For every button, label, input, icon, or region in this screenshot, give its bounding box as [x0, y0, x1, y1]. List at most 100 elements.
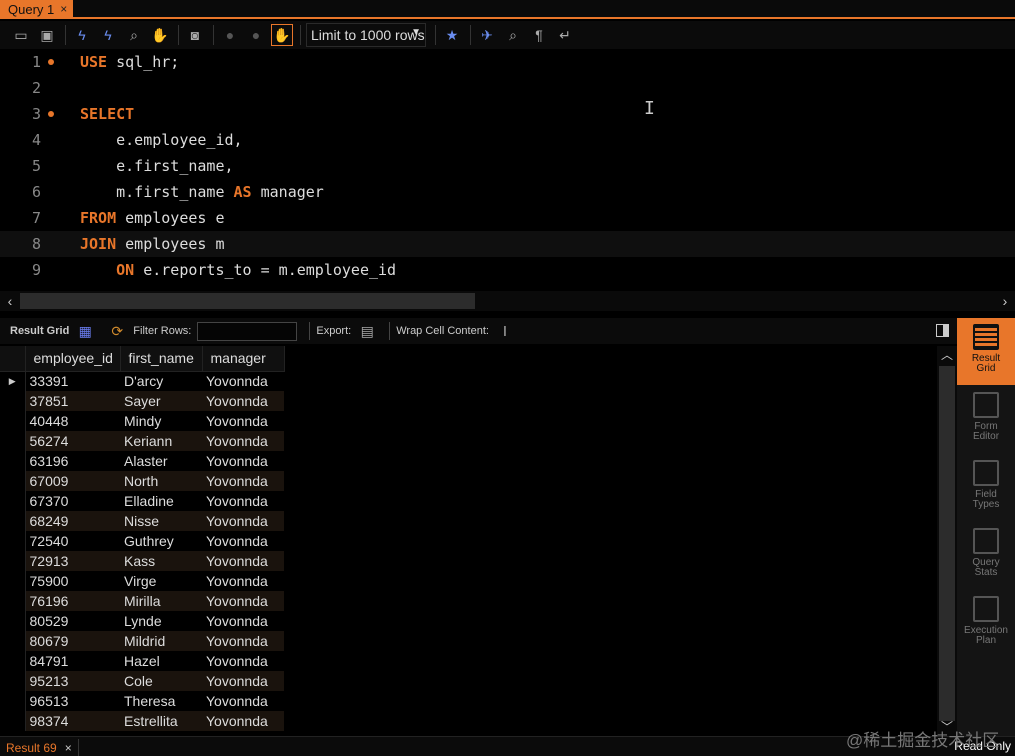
cell-first-name[interactable]: Sayer	[120, 391, 202, 411]
cell-manager[interactable]: Yovonnda	[202, 411, 284, 431]
cell-first-name[interactable]: Virge	[120, 571, 202, 591]
cell-employee-id[interactable]: 80679	[25, 631, 120, 651]
table-row[interactable]: 75900 Virge Yovonnda	[0, 571, 284, 591]
table-row[interactable]: 80529 Lynde Yovonnda	[0, 611, 284, 631]
cell-first-name[interactable]: Kass	[120, 551, 202, 571]
cell-manager[interactable]: Yovonnda	[202, 511, 284, 531]
execute-icon[interactable]: ϟ	[71, 24, 93, 46]
cell-manager[interactable]: Yovonnda	[202, 591, 284, 611]
row-gutter[interactable]	[0, 531, 26, 551]
table-row[interactable]: 37851 Sayer Yovonnda	[0, 391, 284, 411]
cell-employee-id[interactable]: 80529	[25, 611, 120, 631]
row-gutter[interactable]	[0, 671, 26, 691]
row-gutter[interactable]	[0, 611, 26, 631]
cell-manager[interactable]: Yovonnda	[202, 711, 284, 731]
table-row[interactable]: 67370 Elladine Yovonnda	[0, 491, 284, 511]
cell-first-name[interactable]: Lynde	[120, 611, 202, 631]
tab-query-1[interactable]: Query 1 ×	[0, 0, 74, 19]
close-result-icon[interactable]: ×	[65, 741, 72, 755]
row-gutter[interactable]	[0, 691, 26, 711]
row-gutter[interactable]	[0, 711, 26, 731]
cell-first-name[interactable]: Cole	[120, 671, 202, 691]
grid-vertical-scrollbar[interactable]: ︿ ﹀	[937, 346, 957, 736]
table-row[interactable]: ▶ 33391 D'arcy Yovonnda	[0, 371, 284, 391]
cell-first-name[interactable]: Alaster	[120, 451, 202, 471]
row-gutter[interactable]	[0, 571, 26, 591]
table-row[interactable]: 95213 Cole Yovonnda	[0, 671, 284, 691]
cell-employee-id[interactable]: 67009	[25, 471, 120, 491]
close-tab-icon[interactable]: ×	[60, 0, 67, 19]
cell-manager[interactable]: Yovonnda	[202, 471, 284, 491]
table-row[interactable]: 63196 Alaster Yovonnda	[0, 451, 284, 471]
row-selector-arrow-icon[interactable]: ▶	[0, 371, 26, 391]
cell-employee-id[interactable]: 75900	[25, 571, 120, 591]
side-result-grid-button[interactable]: Result Grid	[957, 318, 1015, 385]
cell-manager[interactable]: Yovonnda	[202, 671, 284, 691]
result-grid[interactable]: employee_id first_name manager ▶ 33391 D'a…	[0, 346, 937, 736]
table-row[interactable]: 56274 Keriann Yovonnda	[0, 431, 284, 451]
toggle-stop-on-error-icon[interactable]: ✋	[271, 24, 293, 46]
cell-employee-id[interactable]: 76196	[25, 591, 120, 611]
cell-first-name[interactable]: Theresa	[120, 691, 202, 711]
beautify-icon[interactable]: ✈	[476, 24, 498, 46]
row-gutter[interactable]	[0, 391, 26, 411]
cell-employee-id[interactable]: 40448	[25, 411, 120, 431]
row-gutter[interactable]	[0, 551, 26, 571]
scrollbar-thumb[interactable]	[20, 293, 475, 309]
table-row[interactable]: 96513 Theresa Yovonnda	[0, 691, 284, 711]
invisible-chars-icon[interactable]: ¶	[528, 24, 550, 46]
table-row[interactable]: 98374 Estrellita Yovonnda	[0, 711, 284, 731]
side-form-editor-button[interactable]: Form Editor	[957, 386, 1015, 453]
cell-manager[interactable]: Yovonnda	[202, 651, 284, 671]
result-tab[interactable]: Result 69 ×	[0, 739, 79, 756]
cell-first-name[interactable]: Estrellita	[120, 711, 202, 731]
row-gutter[interactable]	[0, 411, 26, 431]
cell-manager[interactable]: Yovonnda	[202, 631, 284, 651]
scrollbar-thumb[interactable]	[939, 366, 955, 721]
cell-first-name[interactable]: Mirilla	[120, 591, 202, 611]
table-row[interactable]: 72540 Guthrey Yovonnda	[0, 531, 284, 551]
cell-employee-id[interactable]: 56274	[25, 431, 120, 451]
table-row[interactable]: 80679 Mildrid Yovonnda	[0, 631, 284, 651]
cell-employee-id[interactable]: 63196	[25, 451, 120, 471]
cell-manager[interactable]: Yovonnda	[202, 391, 284, 411]
toggle-side-panel-icon[interactable]	[936, 324, 949, 337]
sql-editor[interactable]: 1 USE sql_hr; 2 3 SELECT 4 e.employee_id…	[0, 49, 1015, 291]
cell-employee-id[interactable]: 84791	[25, 651, 120, 671]
row-gutter[interactable]	[0, 451, 26, 471]
open-folder-icon[interactable]: ▭	[10, 24, 32, 46]
cell-first-name[interactable]: North	[120, 471, 202, 491]
cell-employee-id[interactable]: 68249	[25, 511, 120, 531]
side-field-types-button[interactable]: Field Types	[957, 454, 1015, 521]
table-row[interactable]: 68249 Nisse Yovonnda	[0, 511, 284, 531]
row-gutter[interactable]	[0, 511, 26, 531]
cell-manager[interactable]: Yovonnda	[202, 431, 284, 451]
row-gutter[interactable]	[0, 491, 26, 511]
commit-icon[interactable]: ●	[219, 24, 241, 46]
column-header-manager[interactable]: manager	[202, 346, 285, 372]
row-gutter[interactable]	[0, 471, 26, 491]
cell-manager[interactable]: Yovonnda	[202, 551, 284, 571]
cell-employee-id[interactable]: 67370	[25, 491, 120, 511]
table-row[interactable]: 40448 Mindy Yovonnda	[0, 411, 284, 431]
cell-first-name[interactable]: Mildrid	[120, 631, 202, 651]
filter-rows-input[interactable]	[197, 321, 298, 341]
cell-employee-id[interactable]: 72913	[25, 551, 120, 571]
side-query-stats-button[interactable]: Query Stats	[957, 522, 1015, 589]
row-gutter[interactable]	[0, 431, 26, 451]
cell-employee-id[interactable]: 95213	[25, 671, 120, 691]
execute-current-icon[interactable]: ϟ	[97, 24, 119, 46]
scroll-right-icon[interactable]: ›	[995, 291, 1015, 311]
cell-manager[interactable]: Yovonnda	[202, 611, 284, 631]
side-execution-plan-button[interactable]: Execution Plan	[957, 590, 1015, 657]
limit-rows-select[interactable]: Limit to 1000 rows ▼	[306, 23, 426, 47]
rollback-icon[interactable]: ●	[245, 24, 267, 46]
stop-icon[interactable]: ✋	[149, 24, 171, 46]
editor-horizontal-scrollbar[interactable]: ‹ ›	[0, 291, 1015, 311]
cell-manager[interactable]: Yovonnda	[202, 491, 284, 511]
explain-icon[interactable]: ⌕	[123, 24, 145, 46]
scroll-up-icon[interactable]: ︿	[937, 346, 957, 364]
cell-employee-id[interactable]: 98374	[25, 711, 120, 731]
cell-employee-id[interactable]: 72540	[25, 531, 120, 551]
grid-view-icon[interactable]: ▦	[75, 323, 95, 340]
